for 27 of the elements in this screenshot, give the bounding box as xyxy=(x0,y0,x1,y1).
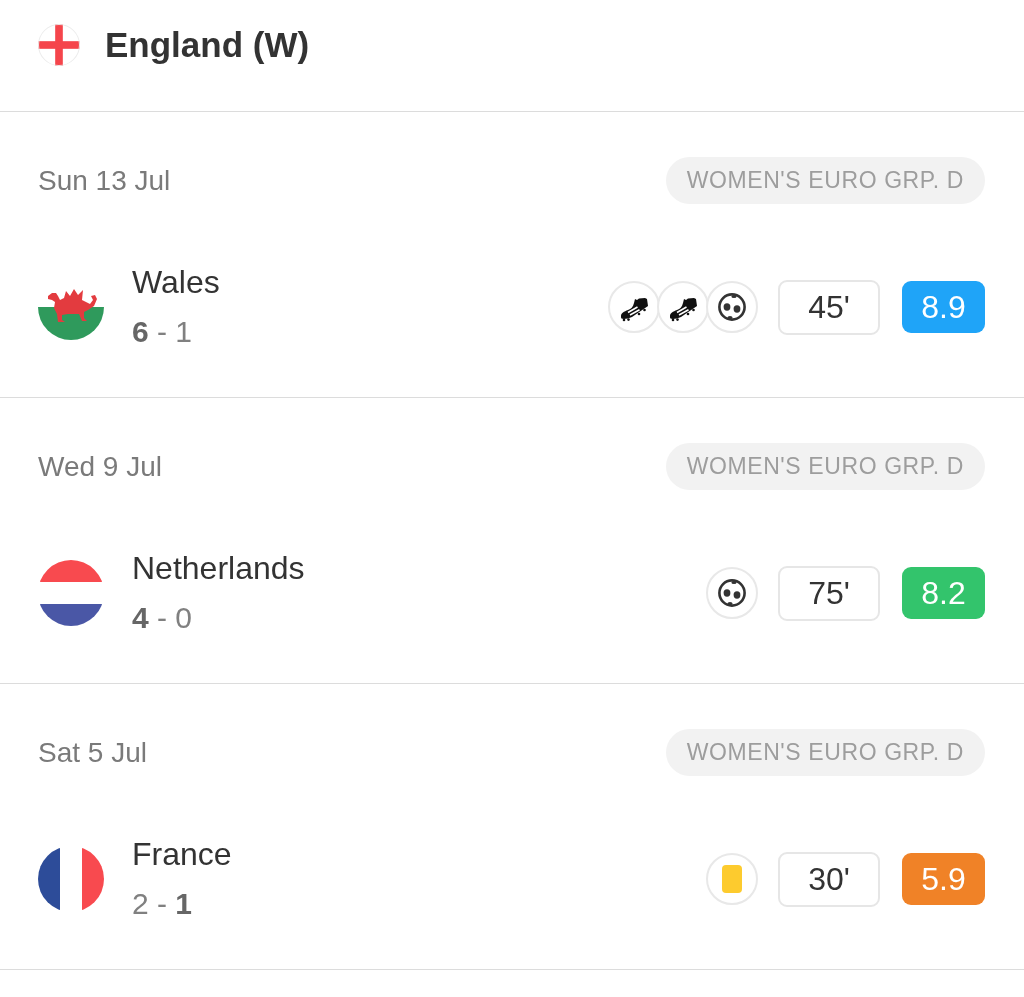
football-boot-icon xyxy=(608,281,660,333)
minutes-played: 75' xyxy=(778,565,880,621)
competition-tag: WOMEN'S EURO GRP. D xyxy=(665,157,985,204)
opponent-name: Netherlands xyxy=(132,549,305,588)
player-rating: 5.9 xyxy=(902,853,985,905)
match-date: Wed 9 Jul xyxy=(38,450,162,483)
flag-icon xyxy=(38,846,104,912)
minutes-played: 30' xyxy=(778,851,880,907)
player-rating: 8.2 xyxy=(902,567,985,619)
competition-tag: WOMEN'S EURO GRP. D xyxy=(665,443,985,490)
flag-icon xyxy=(38,560,104,626)
match-score: 6 - 1 xyxy=(132,314,194,350)
player-rating: 8.9 xyxy=(902,281,985,333)
team-title: England (W) xyxy=(105,24,310,66)
football-icon xyxy=(706,281,758,333)
football-icon xyxy=(706,567,758,619)
football-boot-icon xyxy=(657,281,709,333)
opponent-name: Wales xyxy=(132,263,220,302)
match-score: 4 - 0 xyxy=(132,600,194,636)
competition-tag: WOMEN'S EURO GRP. D xyxy=(665,729,985,776)
flag-icon xyxy=(38,24,80,66)
match-score: 2 - 1 xyxy=(132,886,194,922)
match-date: Sat 5 Jul xyxy=(38,736,147,769)
booking-card-icon xyxy=(706,853,758,905)
minutes-played: 45' xyxy=(778,279,880,335)
match-date: Sun 13 Jul xyxy=(38,164,171,197)
opponent-name: France xyxy=(132,835,232,874)
